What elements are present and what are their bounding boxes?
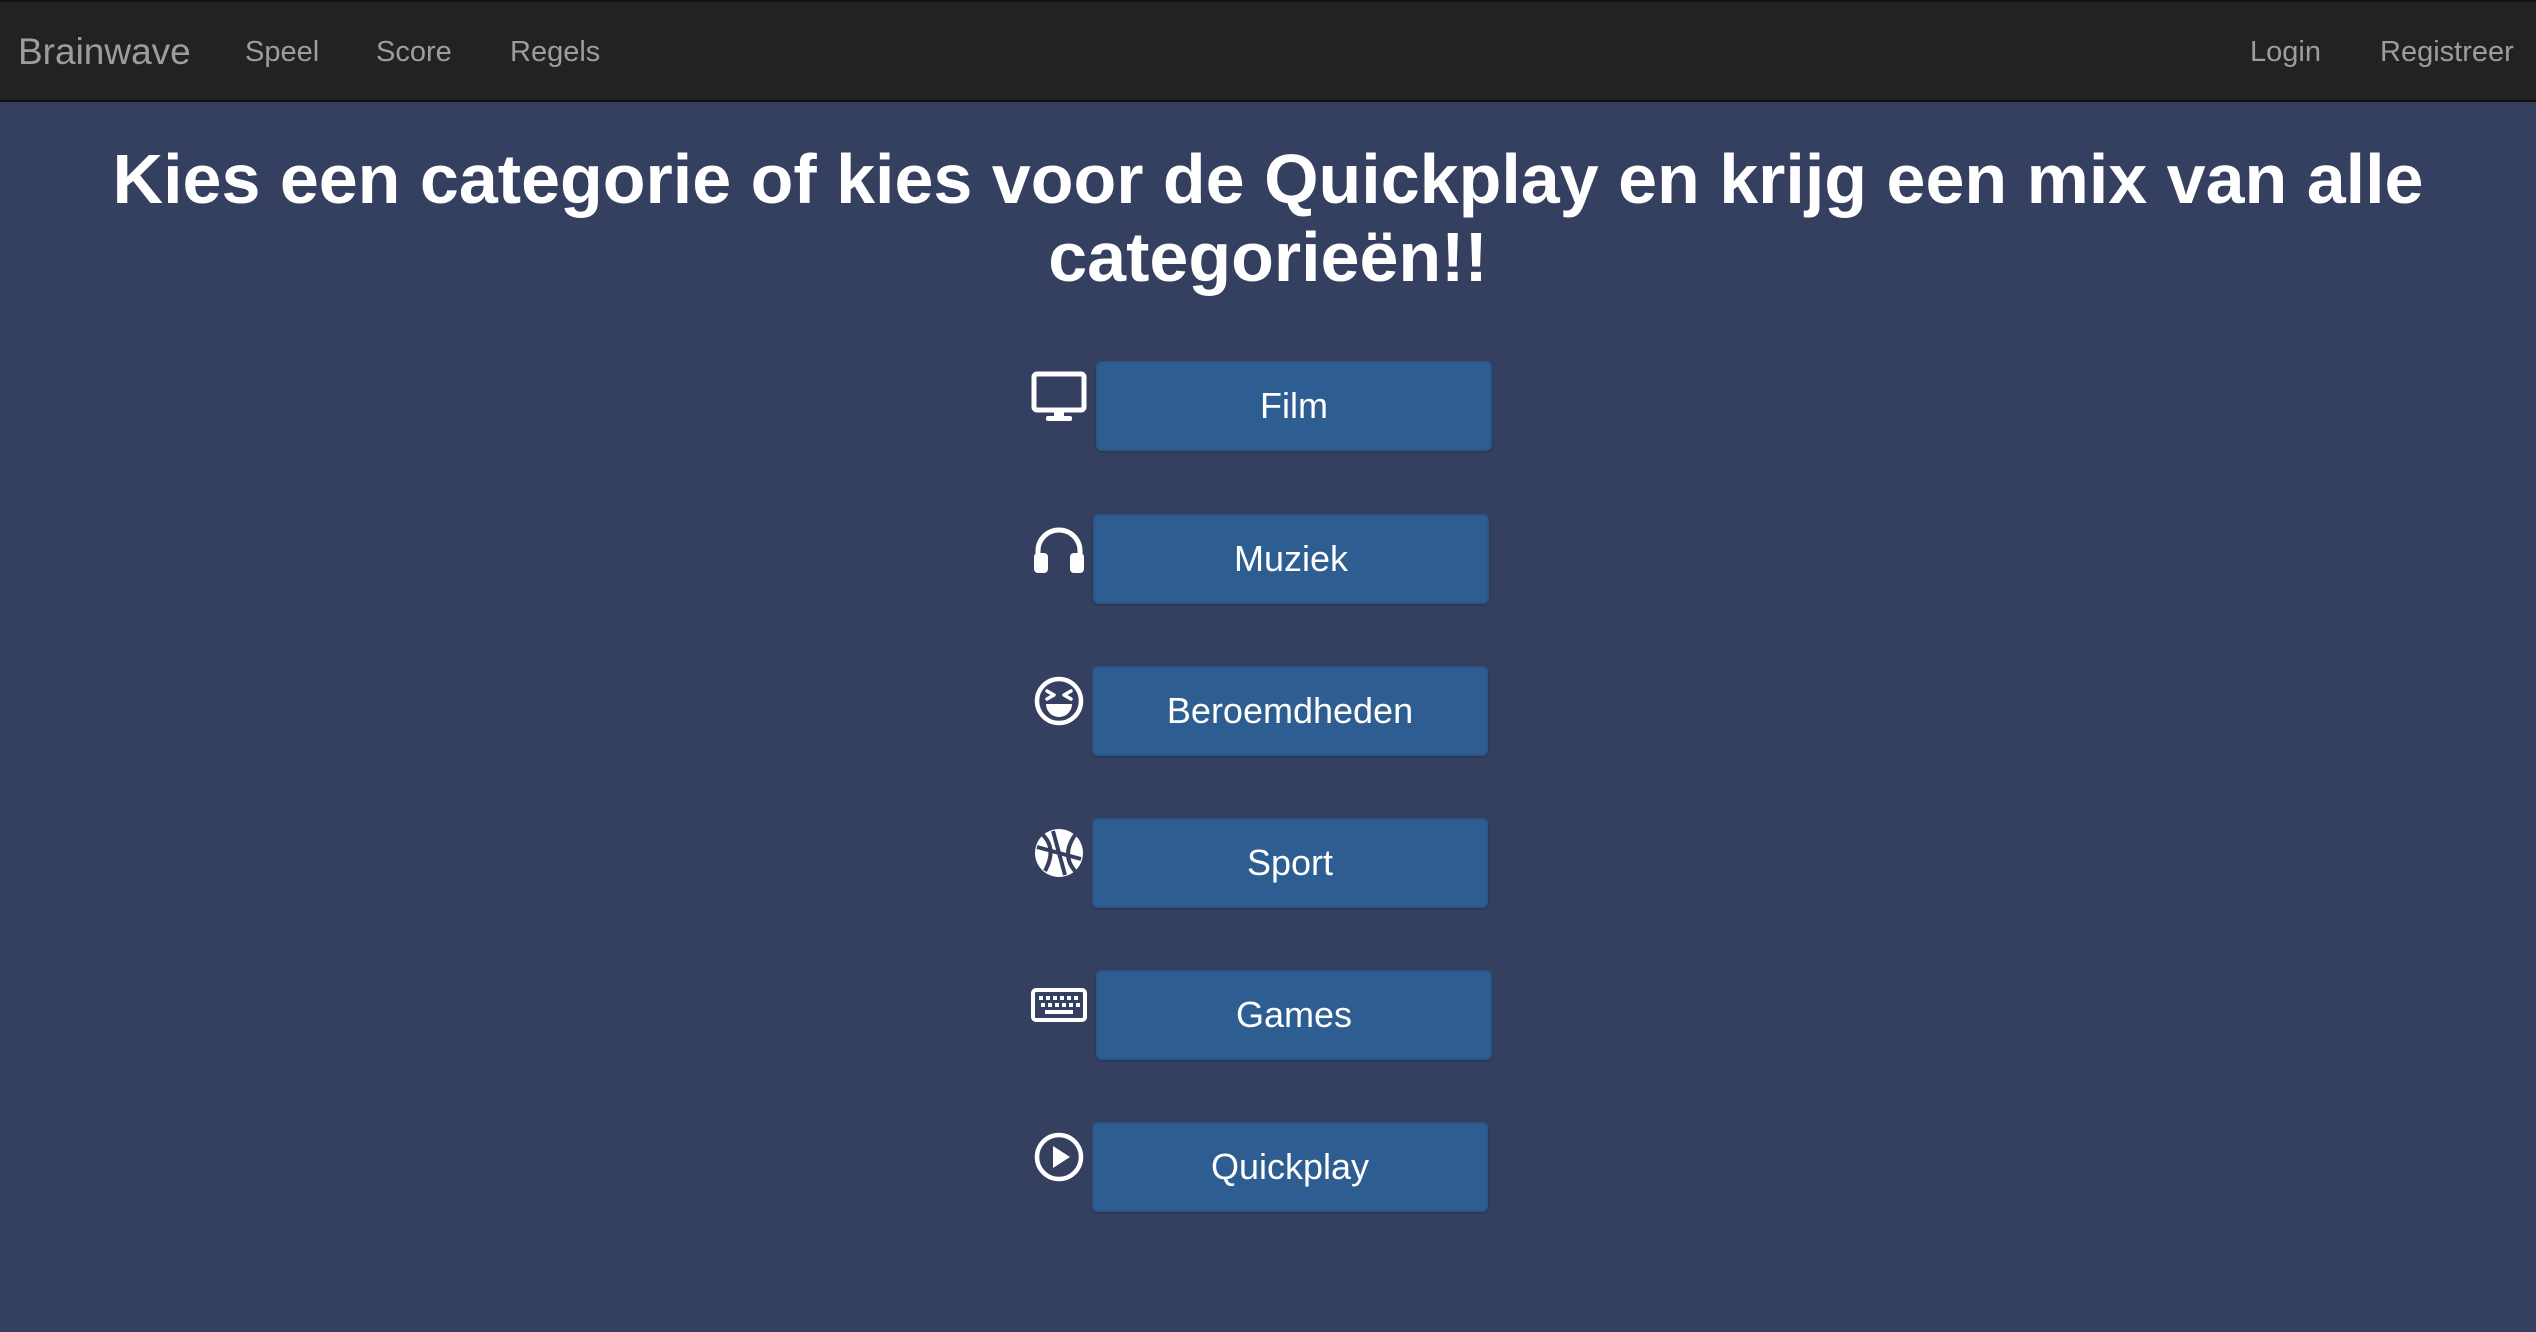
nav-link-speel[interactable]: Speel	[245, 32, 319, 72]
keyboard-icon	[1030, 976, 1088, 1034]
nav-link-score[interactable]: Score	[376, 32, 452, 72]
category-button-sport[interactable]: Sport	[1092, 818, 1488, 908]
nav-link-login[interactable]: Login	[2250, 32, 2321, 72]
nav-link-registreer[interactable]: Registreer	[2380, 32, 2514, 72]
category-button-film[interactable]: Film	[1096, 361, 1492, 451]
category-button-games[interactable]: Games	[1096, 970, 1492, 1060]
nav-link-regels[interactable]: Regels	[510, 32, 600, 72]
monitor-icon	[1030, 368, 1088, 426]
play-circle-icon	[1030, 1128, 1088, 1186]
brand-link[interactable]: Brainwave	[18, 28, 191, 76]
headphones-icon	[1030, 520, 1088, 578]
page-heading: Kies een categorie of kies voor de Quick…	[112, 140, 2424, 296]
navbar: Brainwave Speel Score Regels Login Regis…	[0, 0, 2536, 102]
category-button-muziek[interactable]: Muziek	[1093, 514, 1489, 604]
laughing-face-icon	[1030, 672, 1088, 730]
category-button-beroemdheden[interactable]: Beroemdheden	[1092, 666, 1488, 756]
basketball-icon	[1030, 824, 1088, 882]
category-button-quickplay[interactable]: Quickplay	[1092, 1122, 1488, 1212]
